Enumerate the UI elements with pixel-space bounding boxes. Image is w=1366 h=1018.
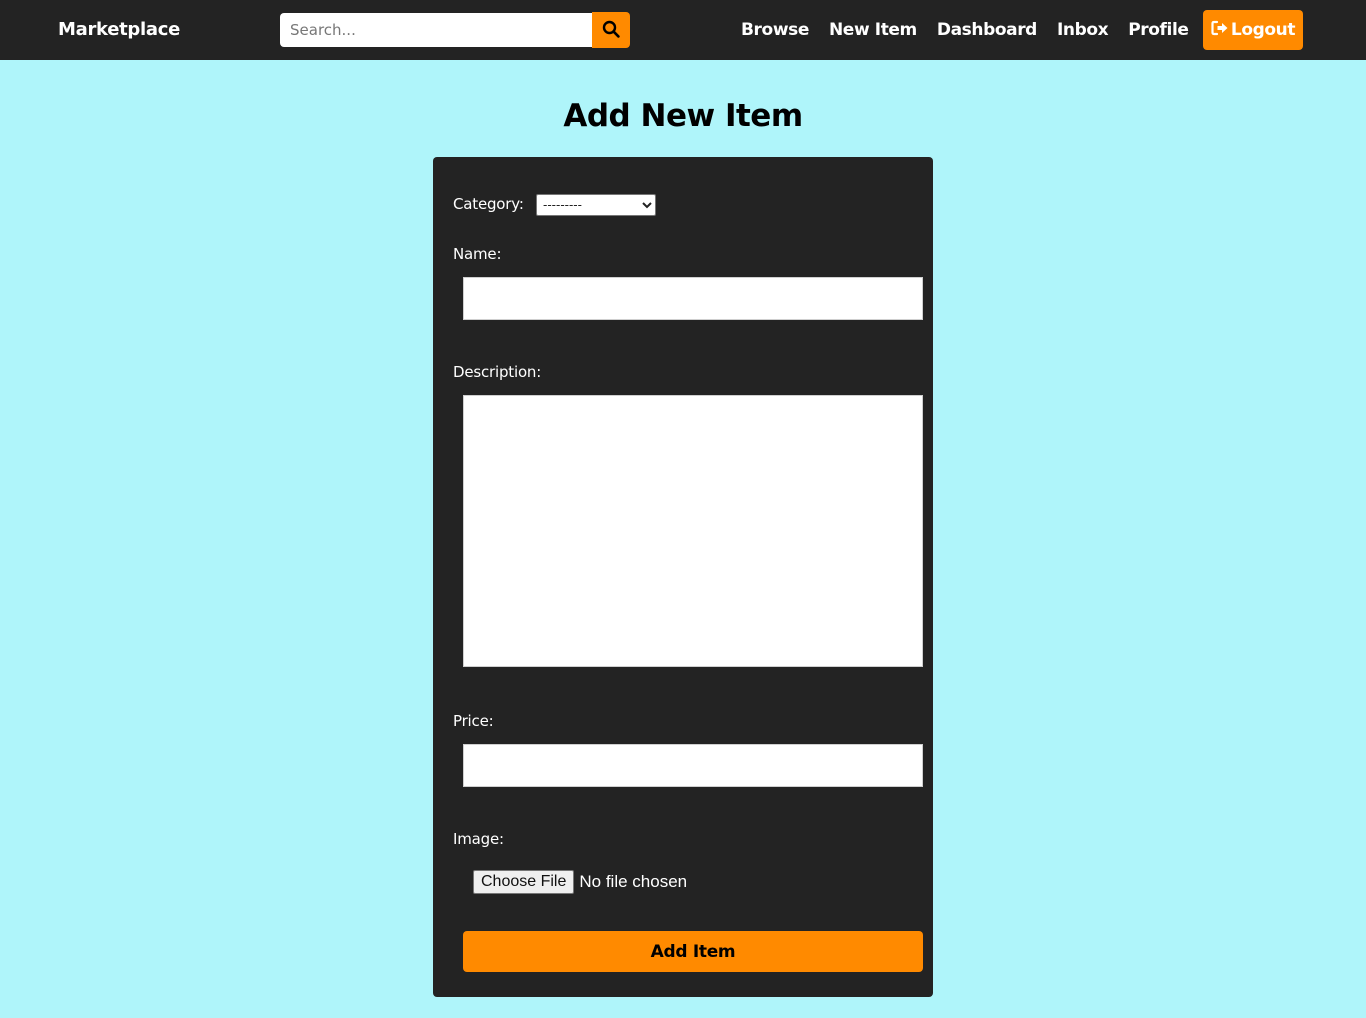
search-button[interactable] <box>592 12 630 48</box>
name-label: Name: <box>453 245 502 263</box>
image-file-picker: Choose File No file chosen <box>473 870 687 894</box>
search-bar <box>280 12 630 48</box>
navbar: Marketplace Browse New Item Dashboard In… <box>0 0 1366 60</box>
logout-icon <box>1211 20 1229 41</box>
add-item-form: Category: --------- Name: Description: P… <box>433 157 933 997</box>
nav-links: Browse New Item Dashboard Inbox Profile <box>741 19 1189 41</box>
page-title: Add New Item <box>563 98 803 134</box>
logout-label: Logout <box>1230 20 1296 40</box>
nav-link-new-item[interactable]: New Item <box>829 19 917 41</box>
description-textarea[interactable] <box>463 395 923 667</box>
choose-file-button[interactable]: Choose File <box>473 870 575 894</box>
category-label: Category: <box>453 195 524 213</box>
nav-link-dashboard[interactable]: Dashboard <box>937 19 1037 41</box>
nav-link-inbox[interactable]: Inbox <box>1057 19 1109 41</box>
file-status-text: No file chosen <box>579 872 688 891</box>
search-input[interactable] <box>280 13 592 47</box>
price-input[interactable] <box>463 744 923 787</box>
category-select[interactable]: --------- <box>536 194 656 216</box>
logout-button[interactable]: Logout <box>1203 10 1303 50</box>
description-label: Description: <box>453 363 542 381</box>
brand-logo[interactable]: Marketplace <box>58 19 180 41</box>
image-label: Image: <box>453 830 504 848</box>
name-input[interactable] <box>463 277 923 320</box>
search-icon <box>602 20 620 41</box>
nav-link-browse[interactable]: Browse <box>741 19 809 41</box>
nav-link-profile[interactable]: Profile <box>1128 19 1189 41</box>
price-label: Price: <box>453 712 494 730</box>
add-item-button[interactable]: Add Item <box>463 931 923 972</box>
